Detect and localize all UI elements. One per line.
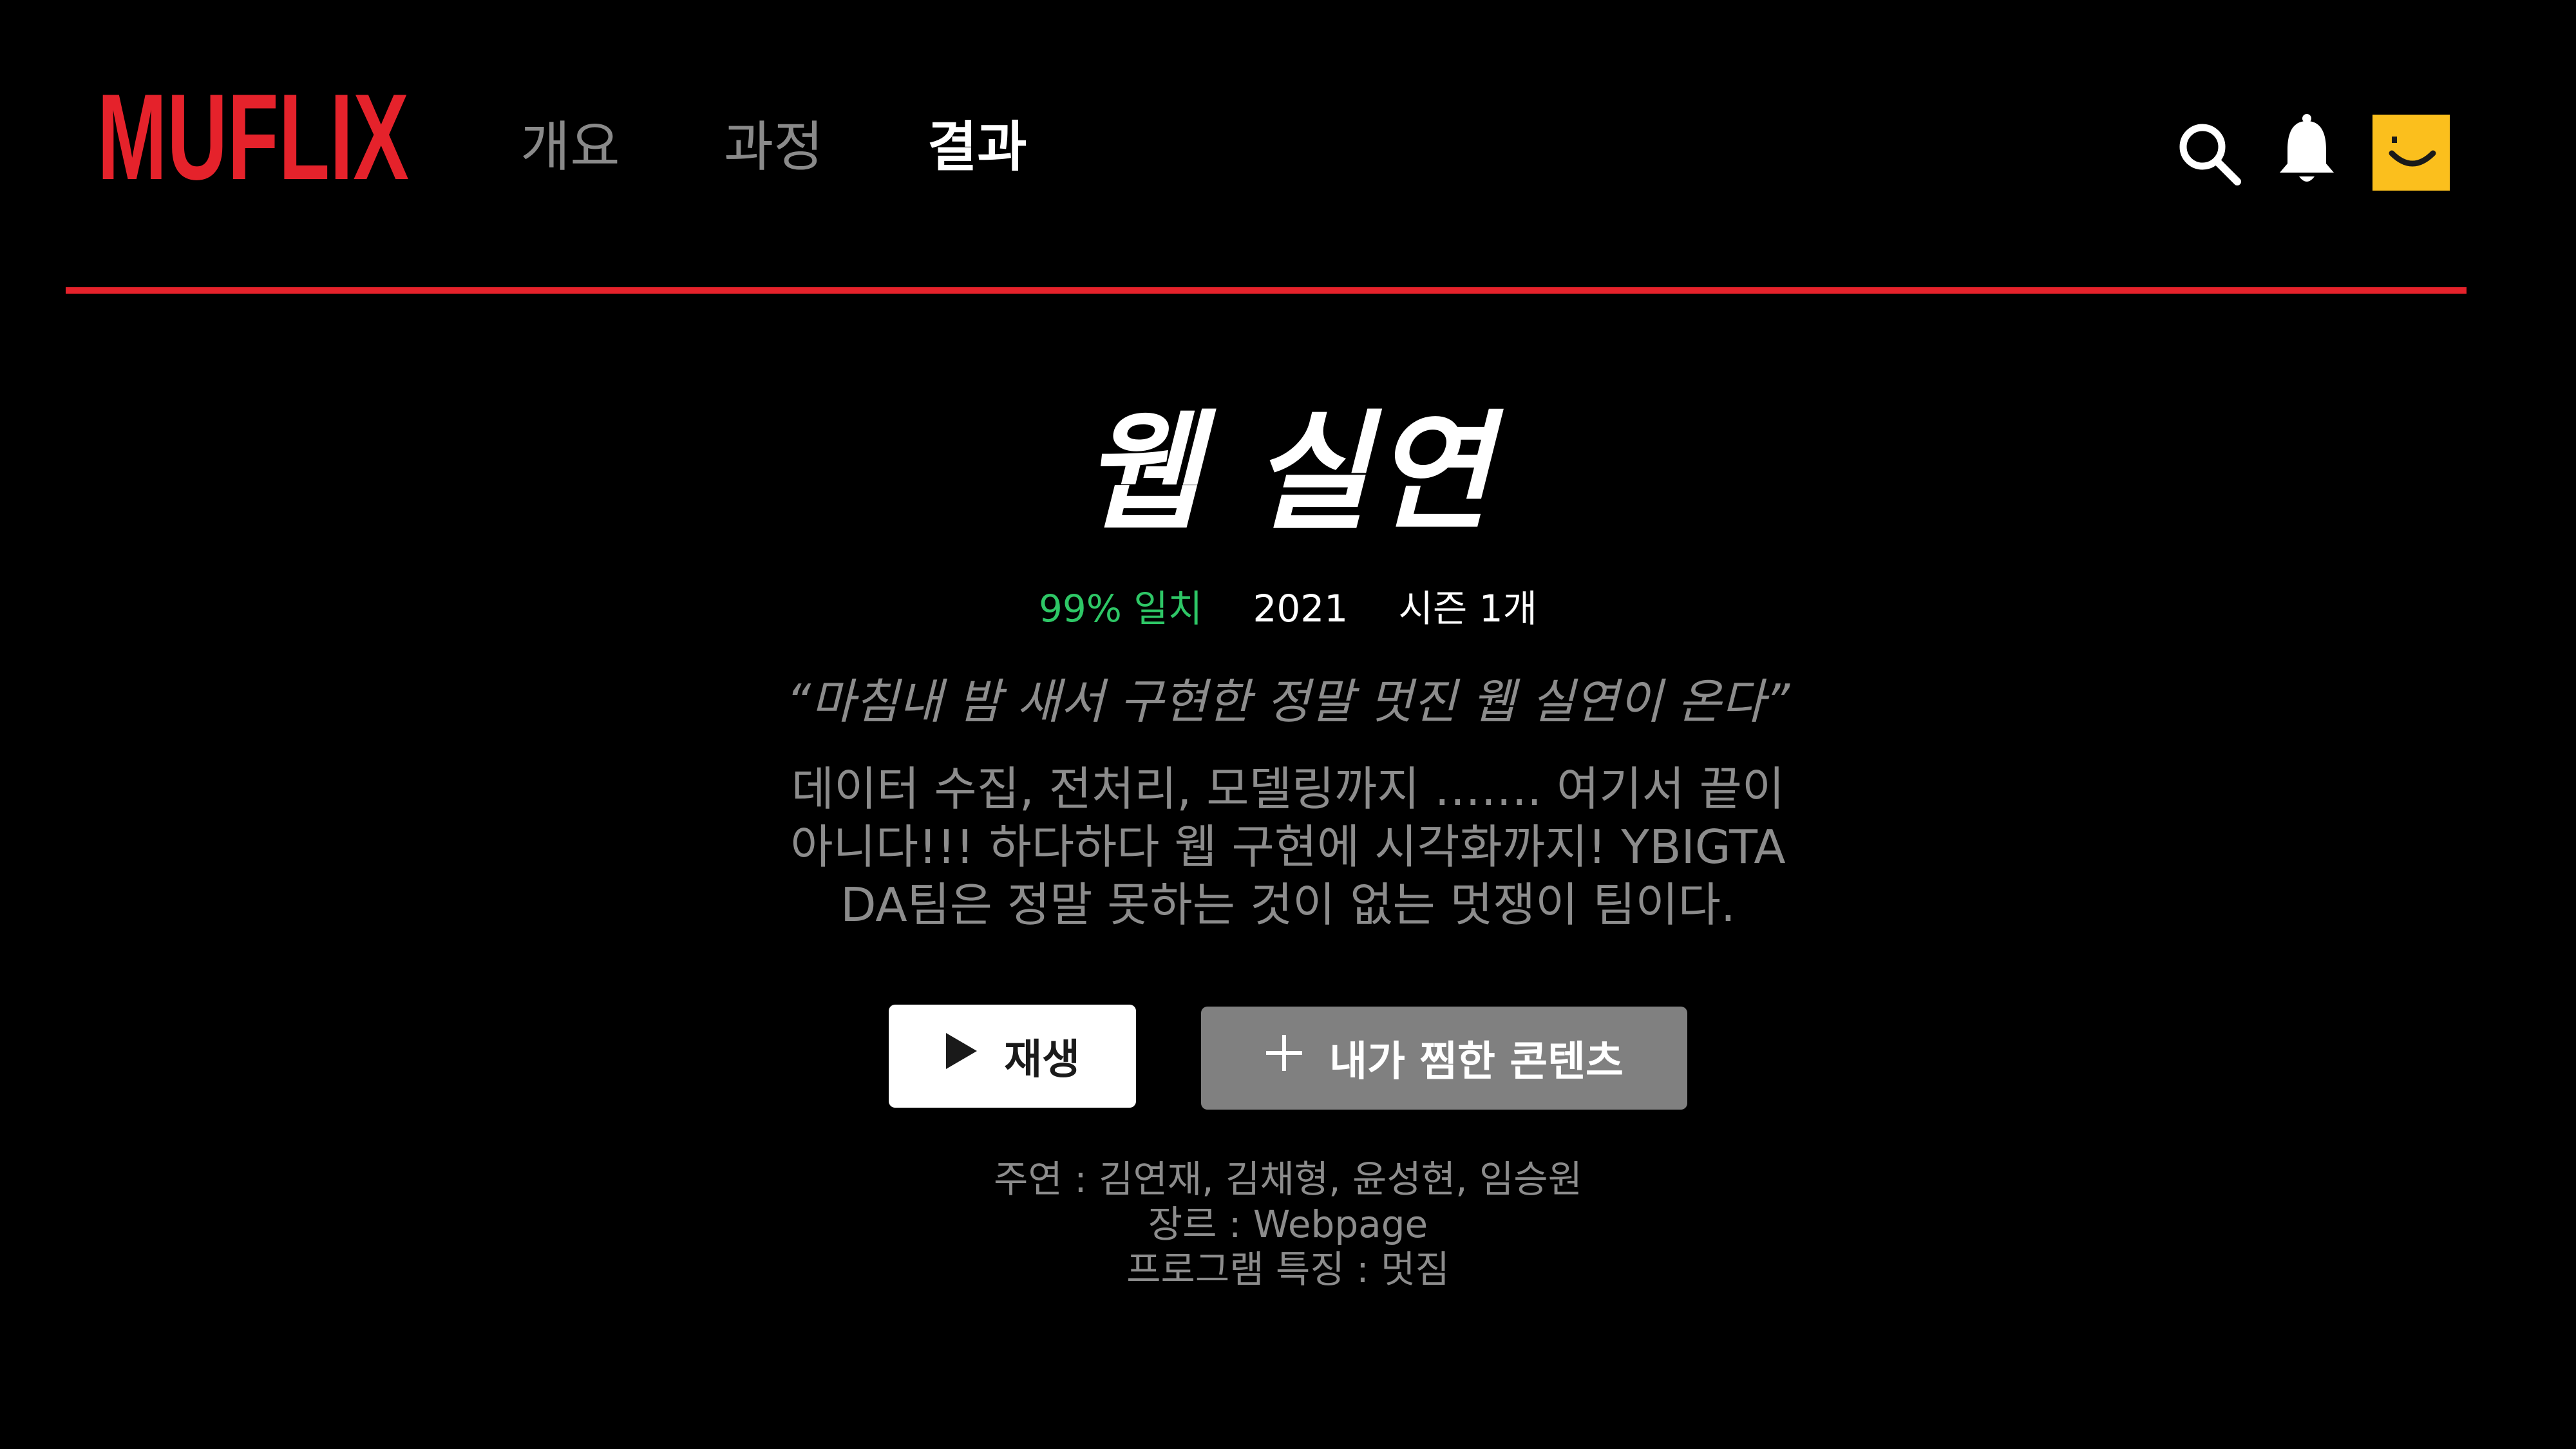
- description: 데이터 수집, 전처리, 모델링까지 ……. 여기서 끝이 아니다!!! 하다하…: [790, 762, 1786, 932]
- logo-text: MUFLIX: [97, 77, 409, 193]
- header-divider: [66, 287, 2467, 294]
- cast-line: 주연 : 김연재, 김채형, 윤성현, 임승원: [993, 1157, 1583, 1201]
- search-icon[interactable]: [2177, 121, 2241, 185]
- muflix-logo[interactable]: MUFLIX: [95, 77, 411, 193]
- bell-icon[interactable]: [2277, 113, 2336, 185]
- nav-item-process[interactable]: 과정: [724, 108, 824, 185]
- match-score: 99% 일치: [1039, 587, 1203, 630]
- play-icon: [945, 1032, 978, 1081]
- plus-icon: [1265, 1034, 1303, 1083]
- nav-item-overview[interactable]: 개요: [520, 108, 620, 185]
- release-year: 2021: [1253, 587, 1349, 630]
- feature-line: 프로그램 특징 : 멋짐: [1126, 1247, 1450, 1291]
- credits: 주연 : 김연재, 김채형, 윤성현, 임승원 장르 : Webpage 프로그…: [0, 1157, 2576, 1292]
- title-meta: 99% 일치 2021 시즌 1개: [0, 580, 2576, 638]
- play-button[interactable]: 재생: [889, 1005, 1136, 1108]
- season-count: 시즌 1개: [1398, 587, 1537, 630]
- page-title: 웹 실연: [1083, 398, 1493, 548]
- genre-line: 장르 : Webpage: [1148, 1202, 1428, 1246]
- tagline: “마침내 밤 새서 구현한 정말 멋진 웹 실연이 온다”: [786, 674, 1790, 730]
- my-list-button[interactable]: 내가 찜한 콘텐츠: [1201, 1007, 1687, 1110]
- avatar-icon[interactable]: [2372, 115, 2450, 191]
- play-button-label: 재생: [1004, 1036, 1080, 1084]
- nav-item-result[interactable]: 결과: [927, 108, 1027, 185]
- my-list-button-label: 내가 찜한 콘텐츠: [1329, 1038, 1624, 1086]
